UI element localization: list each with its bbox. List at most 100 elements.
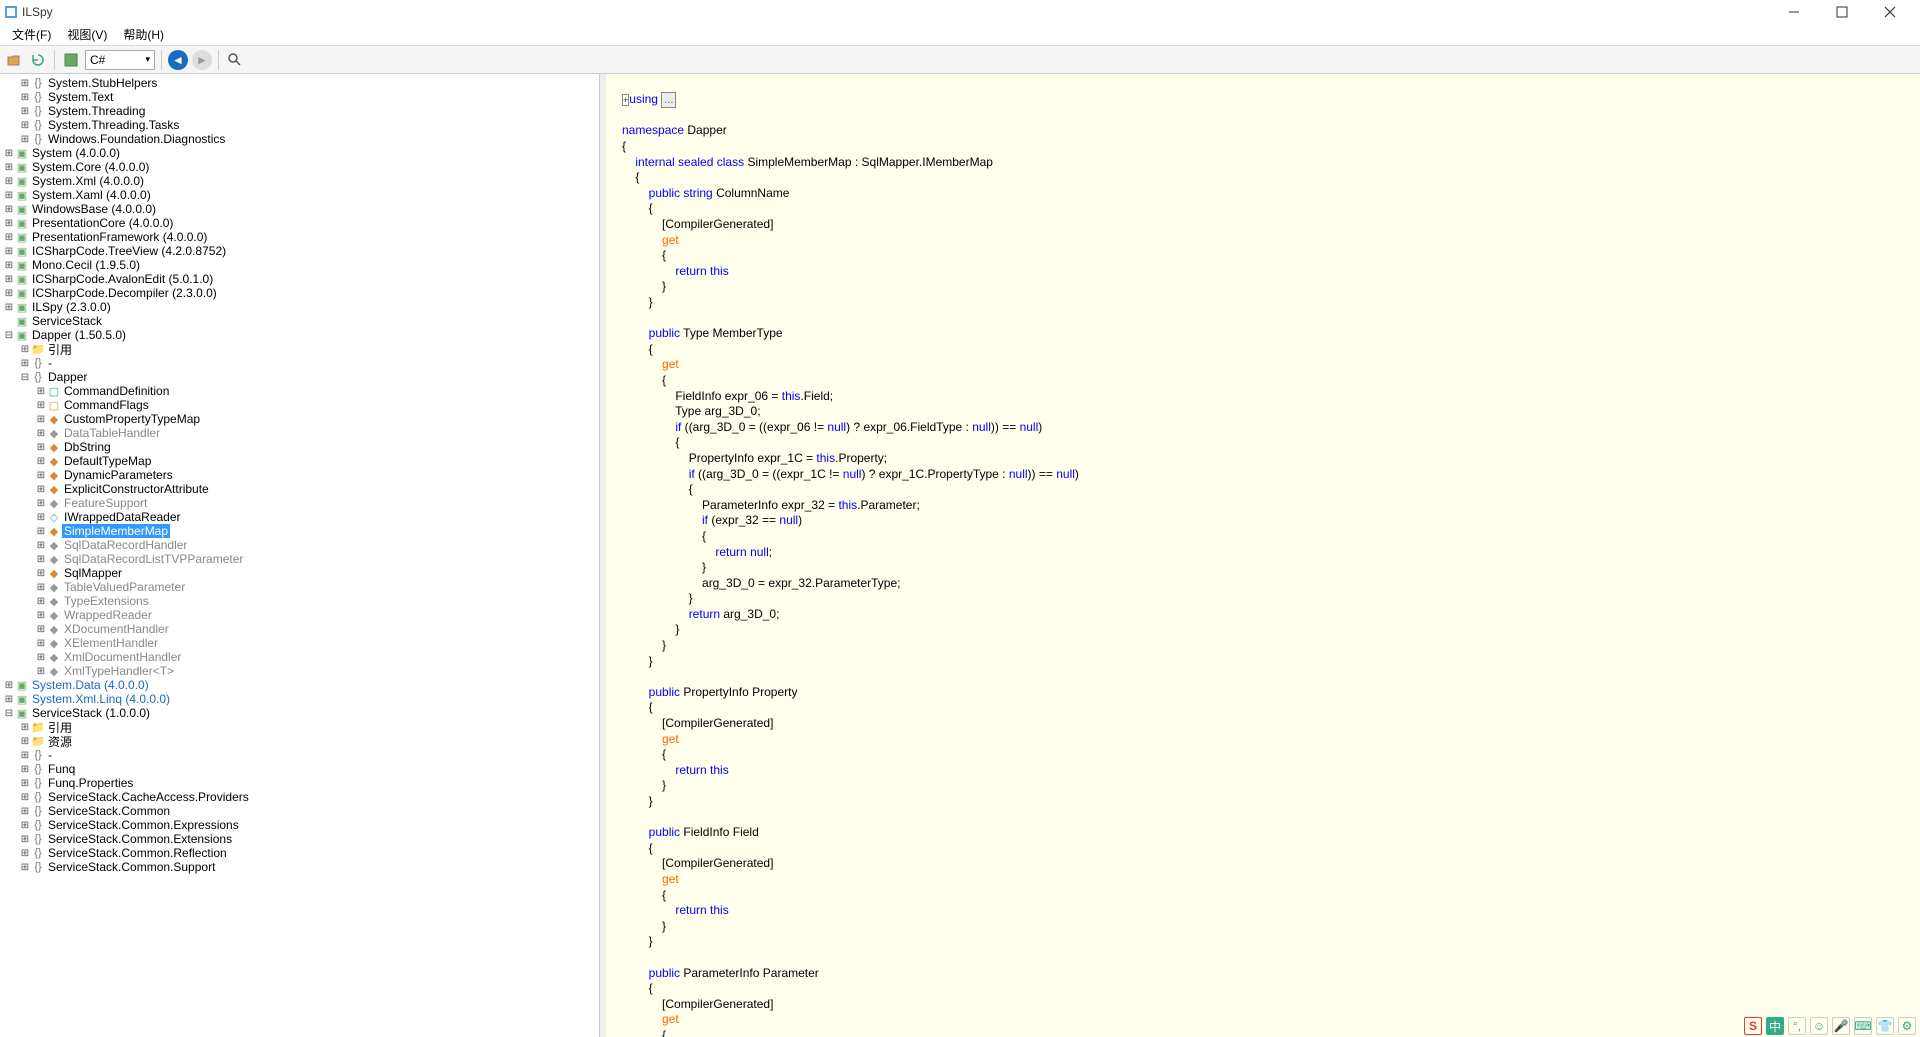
- open-button[interactable]: [4, 50, 24, 70]
- node-label[interactable]: 引用: [46, 341, 74, 358]
- tree-node[interactable]: ⊞◆XElementHandler: [0, 636, 599, 650]
- ime-keyboard-icon[interactable]: ⌨: [1854, 1017, 1872, 1035]
- tree-node[interactable]: ⊞▣ICSharpCode.AvalonEdit (5.0.1.0): [0, 272, 599, 286]
- expand-icon[interactable]: ⊞: [36, 400, 46, 411]
- tree-node[interactable]: ⊞◆DynamicParameters: [0, 468, 599, 482]
- expand-icon[interactable]: ⊞: [4, 288, 14, 299]
- tree-node[interactable]: ⊞◆CustomPropertyTypeMap: [0, 412, 599, 426]
- node-label[interactable]: Mono.Cecil (1.9.5.0): [30, 258, 142, 272]
- expand-icon[interactable]: ⊞: [36, 526, 46, 537]
- expand-icon[interactable]: ⊞: [36, 596, 46, 607]
- expand-icon[interactable]: ⊞: [36, 428, 46, 439]
- node-label[interactable]: ServiceStack.Common: [46, 804, 172, 818]
- tree-node[interactable]: ⊞◆XDocumentHandler: [0, 622, 599, 636]
- expand-icon[interactable]: ⊞: [36, 386, 46, 397]
- expand-icon[interactable]: ⊞: [20, 134, 30, 145]
- node-label[interactable]: Funq.Properties: [46, 776, 135, 790]
- expand-icon[interactable]: ⊞: [20, 358, 30, 369]
- node-label[interactable]: FeatureSupport: [62, 496, 149, 510]
- expand-icon[interactable]: ⊞: [36, 666, 46, 677]
- language-select[interactable]: C# ▾: [85, 50, 155, 70]
- expand-icon[interactable]: ⊞: [36, 638, 46, 649]
- node-label[interactable]: XDocumentHandler: [62, 622, 171, 636]
- node-label[interactable]: DynamicParameters: [62, 468, 175, 482]
- ime-mic-icon[interactable]: 🎤: [1832, 1017, 1850, 1035]
- node-label[interactable]: ILSpy (2.3.0.0): [30, 300, 113, 314]
- tree-node[interactable]: ⊟{}Dapper: [0, 370, 599, 384]
- node-label[interactable]: XmlDocumentHandler: [62, 650, 183, 664]
- tree-node[interactable]: ⊞◆XmlDocumentHandler: [0, 650, 599, 664]
- expand-icon[interactable]: ⊞: [20, 806, 30, 817]
- expand-icon[interactable]: ⊞: [20, 750, 30, 761]
- ime-lang-icon[interactable]: 中: [1766, 1017, 1784, 1035]
- expand-icon[interactable]: ⊞: [36, 512, 46, 523]
- expand-icon[interactable]: ⊞: [4, 694, 14, 705]
- expand-icon[interactable]: ⊞: [4, 204, 14, 215]
- expand-icon[interactable]: ⊞: [20, 344, 30, 355]
- tree-node[interactable]: ⊞◆FeatureSupport: [0, 496, 599, 510]
- expand-icon[interactable]: ⊞: [4, 260, 14, 271]
- node-label[interactable]: PresentationCore (4.0.0.0): [30, 216, 175, 230]
- tree-node[interactable]: ⊟▣ServiceStack (1.0.0.0): [0, 706, 599, 720]
- tree-node[interactable]: ⊞◆ExplicitConstructorAttribute: [0, 482, 599, 496]
- tree-node[interactable]: ⊞◆DataTableHandler: [0, 426, 599, 440]
- tree-node[interactable]: ⊞{}System.Text: [0, 90, 599, 104]
- node-label[interactable]: TableValuedParameter: [62, 580, 187, 594]
- node-label[interactable]: DefaultTypeMap: [62, 454, 153, 468]
- node-label[interactable]: IWrappedDataReader: [62, 510, 183, 524]
- node-label[interactable]: CustomPropertyTypeMap: [62, 412, 202, 426]
- expand-icon[interactable]: ⊟: [4, 330, 14, 341]
- expand-icon[interactable]: ⊞: [20, 736, 30, 747]
- expand-icon[interactable]: ⊞: [4, 218, 14, 229]
- tree-node[interactable]: ⊞◆TableValuedParameter: [0, 580, 599, 594]
- expand-icon[interactable]: ⊞: [20, 820, 30, 831]
- menu-view[interactable]: 视图(V): [59, 24, 115, 45]
- expand-icon[interactable]: ⊞: [36, 498, 46, 509]
- tree-node[interactable]: ⊞{}-: [0, 356, 599, 370]
- node-label[interactable]: System.StubHelpers: [46, 76, 159, 90]
- expand-icon[interactable]: ⊞: [36, 470, 46, 481]
- ime-punct-icon[interactable]: °,: [1788, 1017, 1806, 1035]
- expand-icon[interactable]: ⊞: [20, 764, 30, 775]
- node-label[interactable]: SqlDataRecordListTVPParameter: [62, 552, 245, 566]
- expand-icon[interactable]: ⊞: [36, 456, 46, 467]
- tree-node[interactable]: ⊞▣System.Xml (4.0.0.0): [0, 174, 599, 188]
- expand-icon[interactable]: ⊞: [36, 624, 46, 635]
- tree-node[interactable]: ▣ServiceStack: [0, 314, 599, 328]
- node-label[interactable]: System.Core (4.0.0.0): [30, 160, 151, 174]
- node-label[interactable]: WrappedReader: [62, 608, 154, 622]
- expand-icon[interactable]: ⊞: [4, 232, 14, 243]
- ime-tool-icon[interactable]: ⚙: [1898, 1017, 1916, 1035]
- tree-node[interactable]: ⊞{}System.Threading: [0, 104, 599, 118]
- tree-node[interactable]: ⊞{}ServiceStack.CacheAccess.Providers: [0, 790, 599, 804]
- tree-node[interactable]: ⊞{}ServiceStack.Common.Extensions: [0, 832, 599, 846]
- node-label[interactable]: SqlDataRecordHandler: [62, 538, 189, 552]
- expand-icon[interactable]: ⊞: [20, 722, 30, 733]
- node-label[interactable]: System.Xml.Linq (4.0.0.0): [30, 692, 172, 706]
- node-label[interactable]: ServiceStack.Common.Support: [46, 860, 217, 874]
- node-label[interactable]: SqlMapper: [62, 566, 124, 580]
- expand-icon[interactable]: ⊞: [36, 414, 46, 425]
- node-label[interactable]: -: [46, 748, 54, 762]
- tree-node[interactable]: ⊞📁资源: [0, 734, 599, 748]
- tree-node[interactable]: ⊞◆SqlDataRecordListTVPParameter: [0, 552, 599, 566]
- expand-icon[interactable]: ⊞: [4, 246, 14, 257]
- node-label[interactable]: Windows.Foundation.Diagnostics: [46, 132, 227, 146]
- expand-icon[interactable]: ⊟: [4, 708, 14, 719]
- expand-icon[interactable]: ⊞: [20, 848, 30, 859]
- node-label[interactable]: Dapper: [46, 370, 89, 384]
- node-label[interactable]: PresentationFramework (4.0.0.0): [30, 230, 209, 244]
- expand-icon[interactable]: ⊞: [20, 106, 30, 117]
- menu-file[interactable]: 文件(F): [4, 24, 59, 45]
- tree-node[interactable]: ⊞{}Windows.Foundation.Diagnostics: [0, 132, 599, 146]
- expand-icon[interactable]: ⊞: [4, 176, 14, 187]
- node-label[interactable]: System.Threading: [46, 104, 147, 118]
- tree-node[interactable]: ⊞▣Mono.Cecil (1.9.5.0): [0, 258, 599, 272]
- expand-icon[interactable]: ⊞: [20, 778, 30, 789]
- tree-node[interactable]: ⊞▣System.Xml.Linq (4.0.0.0): [0, 692, 599, 706]
- expand-icon[interactable]: ⊞: [36, 582, 46, 593]
- expand-icon[interactable]: ⊞: [36, 540, 46, 551]
- node-label[interactable]: XElementHandler: [62, 636, 160, 650]
- node-label[interactable]: CommandDefinition: [62, 384, 171, 398]
- node-label[interactable]: WindowsBase (4.0.0.0): [30, 202, 158, 216]
